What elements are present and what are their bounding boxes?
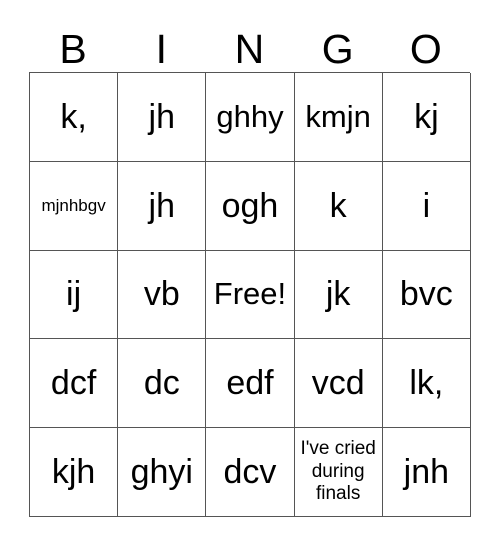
bingo-cell[interactable]: dc <box>118 339 207 429</box>
bingo-free-label: Free! <box>213 276 287 312</box>
bingo-cell-label: kmjn <box>305 98 371 134</box>
bingo-cell[interactable]: jk <box>294 250 383 340</box>
bingo-cell-label: i <box>422 186 431 225</box>
bingo-cell-label: jh <box>148 97 176 136</box>
bingo-cell-label: kj <box>414 97 439 136</box>
bingo-cell-label: jh <box>148 186 176 225</box>
bingo-cell-label: ogh <box>221 186 279 225</box>
bingo-cell[interactable]: kjh <box>30 428 119 517</box>
bingo-cell-label: jnh <box>403 453 450 492</box>
bingo-cell[interactable]: dcf <box>30 339 119 429</box>
bingo-cell-label: I've cried during finals <box>300 438 376 505</box>
bingo-cell[interactable]: k, <box>30 73 119 162</box>
bingo-row: k, jh ghhy kmjn kj <box>30 73 471 162</box>
bingo-cell[interactable]: kj <box>382 73 471 162</box>
bingo-cell[interactable]: ghyi <box>118 428 207 517</box>
bingo-row: kjh ghyi dcv I've cried during finals jn… <box>30 428 471 517</box>
bingo-row: mjnhbgv jh ogh k i <box>30 161 471 251</box>
bingo-grid: k, jh ghhy kmjn kj mjnhbgv jh ogh k i ij… <box>29 72 471 517</box>
bingo-card: B I N G O k, jh ghhy kmjn kj mjnhbgv jh … <box>29 14 471 517</box>
bingo-cell-label: kjh <box>51 453 96 492</box>
bingo-cell-label: jk <box>325 275 351 314</box>
bingo-cell-label: k, <box>60 97 87 136</box>
bingo-header-letter-n: N <box>234 26 265 72</box>
bingo-cell[interactable]: bvc <box>382 250 471 340</box>
bingo-cell[interactable]: ghhy <box>206 73 295 162</box>
bingo-cell-label: ghhy <box>216 98 284 134</box>
bingo-cell[interactable]: jnh <box>382 428 471 517</box>
bingo-cell[interactable]: mjnhbgv <box>30 161 119 251</box>
bingo-cell[interactable]: jh <box>118 73 207 162</box>
bingo-cell[interactable]: ogh <box>206 161 295 251</box>
bingo-cell-label: dcf <box>50 364 97 403</box>
bingo-header-letter-g: G <box>321 26 354 72</box>
bingo-cell-label: vcd <box>311 364 365 403</box>
bingo-header-letter-o: O <box>409 26 442 72</box>
bingo-cell-label: dcv <box>223 453 277 492</box>
bingo-row: dcf dc edf vcd lk, <box>30 339 471 429</box>
bingo-header-letter-i: I <box>155 26 167 72</box>
bingo-cell-label: vb <box>143 275 180 314</box>
bingo-header-row: B I N G O <box>29 14 470 72</box>
bingo-cell-label: bvc <box>399 275 453 314</box>
bingo-cell[interactable]: vb <box>118 250 207 340</box>
bingo-cell-label: ghyi <box>130 453 193 492</box>
bingo-row: ij vb Free! jk bvc <box>30 250 471 340</box>
bingo-cell-label: mjnhbgv <box>41 196 106 216</box>
bingo-cell[interactable]: vcd <box>294 339 383 429</box>
bingo-cell[interactable]: dcv <box>206 428 295 517</box>
bingo-free-cell[interactable]: Free! <box>206 250 295 340</box>
bingo-cell[interactable]: kmjn <box>294 73 383 162</box>
bingo-cell[interactable]: i <box>382 161 471 251</box>
bingo-cell[interactable]: I've cried during finals <box>294 428 383 517</box>
bingo-cell-label: ij <box>66 275 82 314</box>
bingo-header-letter-b: B <box>59 26 87 72</box>
bingo-cell[interactable]: jh <box>118 161 207 251</box>
bingo-cell[interactable]: k <box>294 161 383 251</box>
bingo-cell-label: lk, <box>409 364 444 403</box>
bingo-cell[interactable]: edf <box>206 339 295 429</box>
bingo-cell-label: k <box>329 186 347 225</box>
bingo-cell-label: edf <box>226 364 274 403</box>
bingo-cell[interactable]: ij <box>30 250 119 340</box>
bingo-cell-label: dc <box>143 364 180 403</box>
bingo-cell[interactable]: lk, <box>382 339 471 429</box>
